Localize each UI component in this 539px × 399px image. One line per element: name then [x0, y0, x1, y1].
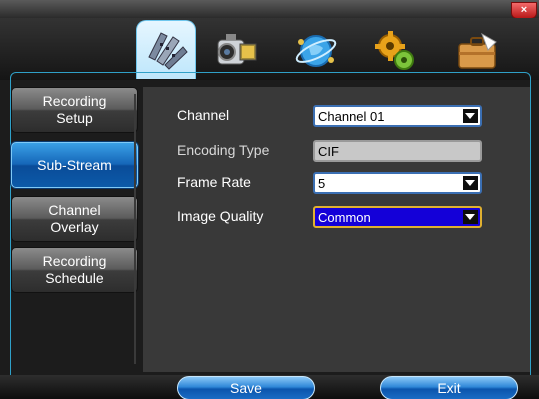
gears-icon: [375, 31, 414, 70]
image-quality-row: Image Quality Common: [143, 206, 530, 230]
sidebar-item-label: Schedule: [45, 270, 104, 286]
network-globe-icon: [295, 35, 337, 67]
sidebar-item-recording-setup[interactable]: Recording Setup: [11, 87, 138, 133]
encoding-type-label: Encoding Type: [177, 142, 270, 158]
save-button[interactable]: Save: [177, 376, 315, 399]
channel-label: Channel: [177, 107, 230, 123]
frame-rate-value: 5: [318, 176, 326, 191]
exit-button[interactable]: Exit: [380, 376, 518, 399]
chevron-down-icon: [463, 176, 478, 190]
sidebar-item-sub-stream[interactable]: Sub-Stream: [11, 142, 138, 188]
channel-row: Channel Channel 01: [143, 105, 530, 129]
encoding-type-row: Encoding Type CIF: [143, 140, 530, 164]
frame-rate-select[interactable]: 5: [313, 172, 482, 194]
tab-network[interactable]: [287, 22, 345, 78]
sidebar-item-channel-overlay[interactable]: Channel Overlay: [11, 196, 138, 242]
sidebar-item-label: Recording: [42, 253, 107, 269]
sidebar: Recording Setup Sub-Stream Channel Overl…: [11, 87, 138, 372]
title-bar: ×: [0, 0, 539, 19]
tab-system[interactable]: [366, 22, 424, 78]
tab-camera[interactable]: [208, 22, 266, 78]
sidebar-item-recording-schedule[interactable]: Recording Schedule: [11, 247, 138, 293]
briefcase-icon: [458, 32, 497, 69]
sidebar-item-label: Setup: [56, 110, 93, 126]
tab-tools[interactable]: [448, 22, 506, 78]
tab-record-settings[interactable]: [136, 20, 196, 79]
sidebar-item-label: Recording: [42, 93, 107, 109]
sidebar-item-label: Sub-Stream: [37, 157, 112, 173]
close-button[interactable]: ×: [511, 2, 537, 19]
sidebar-divider: [134, 94, 136, 364]
image-quality-value: Common: [318, 210, 371, 225]
frame-rate-row: Frame Rate 5: [143, 172, 530, 196]
sidebar-item-label: Channel: [48, 202, 101, 218]
chevron-down-icon: [463, 210, 478, 224]
chevron-down-icon: [463, 109, 478, 123]
settings-panel: Channel Channel 01 Encoding Type CIF Fra…: [143, 87, 530, 372]
channel-select[interactable]: Channel 01: [313, 105, 482, 127]
film-icon: [148, 32, 188, 70]
video-camera-icon: [217, 34, 257, 65]
frame-rate-label: Frame Rate: [177, 174, 251, 190]
channel-value: Channel 01: [318, 109, 385, 124]
encoding-type-field: CIF: [313, 140, 482, 162]
image-quality-label: Image Quality: [177, 208, 264, 224]
sidebar-item-label: Overlay: [50, 219, 99, 235]
encoding-type-value: CIF: [318, 144, 339, 159]
dvr-settings-window: × Recording Setup Sub-Stream Channel Ove…: [0, 0, 539, 399]
image-quality-select[interactable]: Common: [313, 206, 482, 228]
